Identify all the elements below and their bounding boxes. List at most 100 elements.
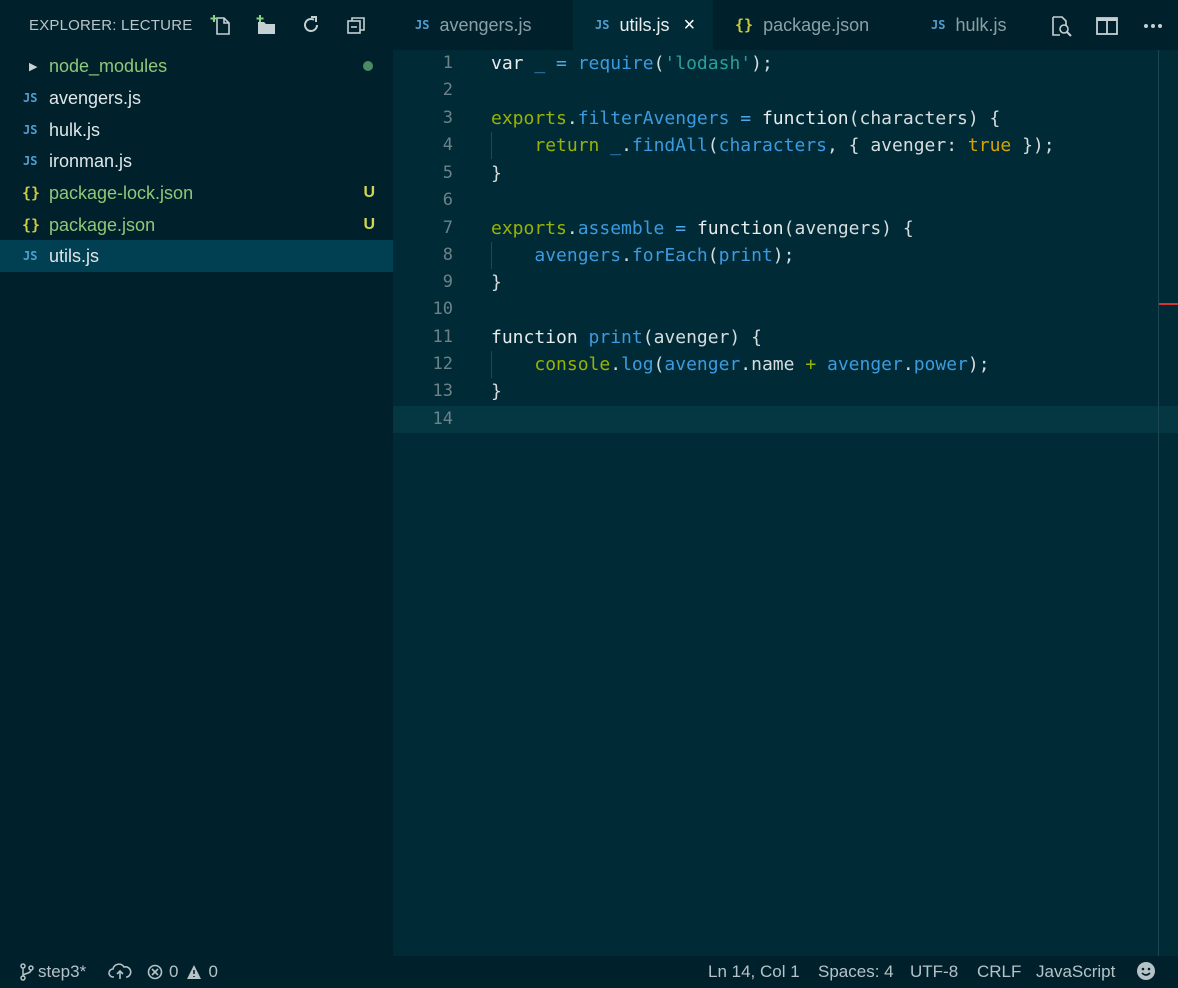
cloud-upload-icon bbox=[108, 963, 132, 979]
js-file-icon: JS bbox=[23, 123, 38, 137]
line-number: 7 bbox=[442, 218, 453, 238]
code-text: } bbox=[491, 163, 502, 184]
code-line: 11 function print(avenger) { bbox=[393, 324, 1178, 351]
js-file-icon: JS bbox=[415, 18, 430, 32]
split-editor-icon[interactable] bbox=[1094, 13, 1120, 39]
line-number: 4 bbox=[442, 135, 453, 155]
git-branch-item[interactable]: step3* bbox=[20, 962, 86, 982]
file-ironman-js[interactable]: JS ironman.js bbox=[0, 145, 393, 177]
indentation-setting[interactable]: Spaces: 4 bbox=[818, 962, 894, 982]
line-number: 10 bbox=[432, 299, 453, 319]
explorer-sidebar: EXPLORER: LECTURE ▶ node_modules JS aven… bbox=[0, 0, 393, 956]
code-text: } bbox=[491, 381, 502, 402]
file-label: package.json bbox=[49, 214, 156, 235]
file-package-lock-json[interactable]: {} package-lock.json U bbox=[0, 177, 393, 209]
code-line: 6 bbox=[393, 187, 1178, 214]
code-editor[interactable]: 1 var _ = require('lodash'); 2 3 exports… bbox=[393, 50, 1178, 956]
line-number: 14 bbox=[432, 409, 453, 429]
code-text: exports.assemble = function(avengers) { bbox=[491, 218, 914, 239]
warning-icon bbox=[187, 965, 202, 979]
code-text: function print(avenger) { bbox=[491, 327, 762, 348]
file-label: avengers.js bbox=[49, 87, 142, 108]
file-label: ironman.js bbox=[49, 150, 133, 171]
language-mode[interactable]: JavaScript bbox=[1036, 962, 1115, 982]
code-text: var _ = require('lodash'); bbox=[491, 53, 773, 74]
code-text: exports.filterAvengers = function(charac… bbox=[491, 108, 1001, 129]
code-text: console.log(avenger.name + avenger.power… bbox=[534, 354, 990, 375]
js-file-icon: JS bbox=[23, 91, 38, 105]
file-label: node_modules bbox=[49, 55, 168, 76]
json-file-icon: {} bbox=[22, 216, 41, 234]
eol-setting[interactable]: CRLF bbox=[977, 962, 1021, 982]
code-line: 2 bbox=[393, 77, 1178, 104]
code-text: } bbox=[491, 272, 502, 293]
git-branch-icon bbox=[20, 963, 34, 981]
code-line: 1 var _ = require('lodash'); bbox=[393, 50, 1178, 77]
collapse-all-icon[interactable] bbox=[345, 13, 369, 37]
js-file-icon: JS bbox=[23, 154, 38, 168]
line-number: 5 bbox=[442, 163, 453, 183]
feedback-button[interactable] bbox=[1136, 961, 1156, 981]
tab-avengers-js[interactable]: JS avengers.js bbox=[393, 0, 573, 50]
line-number: 12 bbox=[432, 354, 453, 374]
tab-label: avengers.js bbox=[439, 14, 532, 35]
open-preview-icon[interactable] bbox=[1048, 13, 1074, 39]
code-text: avengers.forEach(print); bbox=[534, 245, 795, 266]
file-hulk-js[interactable]: JS hulk.js bbox=[0, 114, 393, 146]
refresh-icon[interactable] bbox=[299, 13, 323, 37]
status-bar: step3* 0 0 Ln 14, Col 1 Spaces: 4 UTF-8 … bbox=[0, 956, 1178, 988]
git-branch-label: step3* bbox=[38, 962, 87, 981]
line-number: 2 bbox=[442, 80, 453, 100]
editor-tab-bar: JS avengers.js JS utils.js × {} package.… bbox=[393, 0, 1178, 50]
js-file-icon: JS bbox=[931, 18, 946, 32]
warning-count: 0 bbox=[208, 962, 218, 981]
sync-button[interactable] bbox=[108, 962, 132, 980]
line-number: 8 bbox=[442, 245, 453, 265]
untracked-dot-icon bbox=[363, 61, 373, 71]
new-file-icon[interactable] bbox=[209, 13, 233, 37]
line-number: 1 bbox=[442, 53, 453, 73]
file-utils-js[interactable]: JS utils.js bbox=[0, 240, 393, 272]
vertical-ruler bbox=[1158, 50, 1159, 956]
code-text: return _.findAll(characters, { avenger: … bbox=[534, 135, 1055, 156]
code-line: 7 exports.assemble = function(avengers) … bbox=[393, 215, 1178, 242]
encoding-setting[interactable]: UTF-8 bbox=[910, 962, 958, 982]
cursor-position[interactable]: Ln 14, Col 1 bbox=[708, 962, 800, 982]
code-line: 3 exports.filterAvengers = function(char… bbox=[393, 105, 1178, 132]
tab-label: hulk.js bbox=[955, 14, 1007, 35]
line-number: 3 bbox=[442, 108, 453, 128]
file-avengers-js[interactable]: JS avengers.js bbox=[0, 82, 393, 114]
tab-hulk-js[interactable]: JS hulk.js bbox=[909, 0, 1019, 50]
folder-node-modules[interactable]: ▶ node_modules bbox=[0, 50, 393, 82]
error-icon bbox=[147, 964, 163, 980]
code-line: 10 bbox=[393, 296, 1178, 323]
tab-package-json[interactable]: {} package.json bbox=[713, 0, 909, 50]
json-file-icon: {} bbox=[735, 16, 754, 34]
chevron-right-icon: ▶ bbox=[29, 60, 38, 73]
line-number: 13 bbox=[432, 381, 453, 401]
file-package-json[interactable]: {} package.json U bbox=[0, 209, 393, 241]
code-line: 5 } bbox=[393, 160, 1178, 187]
overview-ruler-marker bbox=[1159, 303, 1178, 305]
code-line: 4 return _.findAll(characters, { avenger… bbox=[393, 132, 1178, 159]
code-line: 9 } bbox=[393, 269, 1178, 296]
file-label: utils.js bbox=[49, 245, 100, 266]
more-actions-icon[interactable] bbox=[1140, 13, 1166, 39]
close-icon[interactable]: × bbox=[683, 14, 695, 37]
line-number: 6 bbox=[442, 190, 453, 210]
code-line: 12 console.log(avenger.name + avenger.po… bbox=[393, 351, 1178, 378]
explorer-header: EXPLORER: LECTURE bbox=[0, 0, 393, 50]
smiley-icon bbox=[1137, 962, 1155, 980]
tab-label: package.json bbox=[763, 14, 870, 35]
problems-indicator[interactable]: 0 0 bbox=[147, 962, 218, 982]
js-file-icon: JS bbox=[595, 18, 610, 32]
git-status-badge: U bbox=[363, 216, 375, 233]
error-count: 0 bbox=[169, 962, 179, 981]
code-line: 13 } bbox=[393, 378, 1178, 405]
json-file-icon: {} bbox=[22, 184, 41, 202]
line-number: 11 bbox=[432, 327, 453, 347]
new-folder-icon[interactable] bbox=[254, 13, 278, 37]
line-number: 9 bbox=[442, 272, 453, 292]
tab-utils-js[interactable]: JS utils.js × bbox=[573, 0, 713, 50]
file-label: package-lock.json bbox=[49, 182, 194, 203]
